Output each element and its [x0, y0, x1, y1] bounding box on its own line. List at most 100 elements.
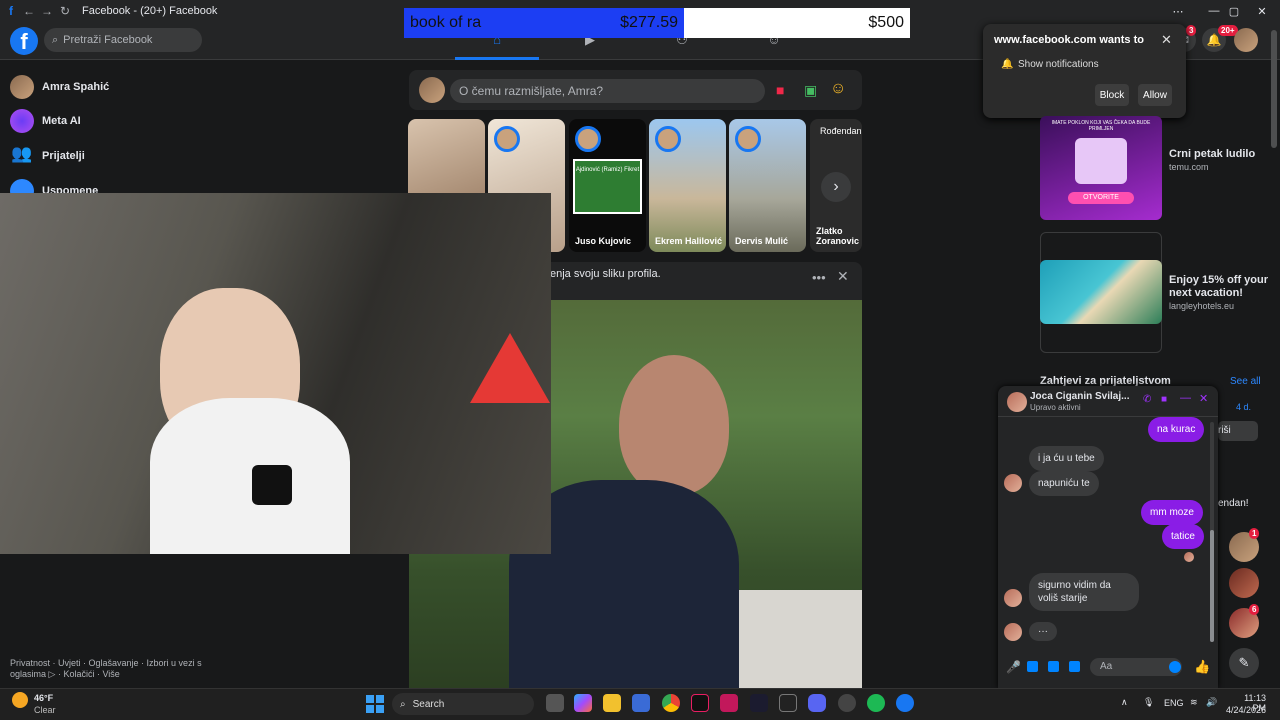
- prompt-close-icon[interactable]: ✕: [1161, 32, 1172, 48]
- story-avatar: [655, 126, 681, 152]
- like-icon[interactable]: 👍: [1194, 659, 1210, 675]
- sticker-icon[interactable]: [1048, 661, 1059, 672]
- reload-icon[interactable]: ↻: [56, 2, 74, 20]
- copilot-icon[interactable]: [574, 694, 592, 712]
- person-face-shape: [619, 355, 729, 495]
- minimize-chat-icon[interactable]: —: [1180, 392, 1191, 404]
- typing-indicator: ···: [1029, 622, 1057, 641]
- webcam-person-shirt: [150, 398, 350, 554]
- taskbar-search[interactable]: ⌕ Search: [392, 693, 534, 715]
- delete-request-button[interactable]: riši: [1218, 421, 1258, 441]
- facebook-taskbar-icon[interactable]: [896, 694, 914, 712]
- video-call-icon[interactable]: ■: [1161, 394, 1167, 405]
- ad-image-beach[interactable]: [1040, 260, 1162, 324]
- allow-button[interactable]: Allow: [1138, 84, 1172, 106]
- file-explorer-icon[interactable]: [603, 694, 621, 712]
- bell-outline-icon: 🔔: [1001, 59, 1014, 70]
- app-icon[interactable]: [720, 694, 738, 712]
- webcam-warning-sign: [470, 333, 550, 403]
- gif-icon[interactable]: [1069, 661, 1080, 672]
- back-icon[interactable]: ←: [20, 2, 38, 20]
- new-message-button[interactable]: ✎: [1229, 648, 1259, 678]
- chat-contact-avatar[interactable]: [1007, 392, 1027, 412]
- home-tab-indicator: [455, 57, 539, 60]
- sidebar-footer-links[interactable]: Privatnost · Uvjeti · Oglašavanje · Izbo…: [10, 658, 210, 680]
- wifi-icon[interactable]: ≋: [1190, 697, 1198, 708]
- emoji-icon[interactable]: [1169, 661, 1181, 673]
- weather-temp[interactable]: 46°F: [34, 693, 53, 703]
- block-button[interactable]: Block: [1095, 84, 1129, 106]
- ad-open-button[interactable]: OTVORITE: [1068, 192, 1134, 204]
- story-name: Ekrem Halilović: [655, 236, 723, 246]
- sidebar-item-meta-ai[interactable]: Meta AI: [10, 108, 81, 134]
- page-scrollbar[interactable]: [1271, 30, 1277, 148]
- microphone-tray-icon[interactable]: 🎙: [1143, 697, 1154, 708]
- message-outgoing: na kurac: [1148, 417, 1205, 442]
- house-shape: [739, 590, 862, 688]
- weather-icon[interactable]: [12, 692, 28, 708]
- seen-indicator-avatar: [1184, 552, 1194, 562]
- story-card[interactable]: Ajdinović (Ramiz) Fikret Juso Kujovic: [569, 119, 646, 252]
- contact-badge: 1: [1249, 528, 1260, 539]
- close-chat-icon[interactable]: ✕: [1199, 392, 1208, 405]
- app-icon[interactable]: [750, 694, 768, 712]
- ad-title[interactable]: Crni petak ludilo: [1169, 148, 1255, 160]
- facebook-logo-icon[interactable]: f: [10, 27, 38, 55]
- store-icon[interactable]: [632, 694, 650, 712]
- overlay-game-label: book of ra: [410, 14, 482, 31]
- message-incoming: napuniću te: [1029, 471, 1099, 496]
- story-avatar: [735, 126, 761, 152]
- tray-chevron-icon[interactable]: ∧: [1121, 697, 1128, 708]
- task-view-icon[interactable]: [546, 694, 564, 712]
- meta-ai-icon: [10, 109, 34, 133]
- photo-attach-icon[interactable]: [1027, 661, 1038, 672]
- call-icon[interactable]: ✆: [1143, 394, 1151, 405]
- profile-avatar[interactable]: [1234, 28, 1258, 52]
- contact-badge: 6: [1249, 604, 1260, 615]
- chat-contact-status: Upravo aktivni: [1030, 403, 1081, 412]
- message-incoming: i ja ću u tebe: [1029, 446, 1104, 471]
- photo-icon[interactable]: ▣: [804, 82, 817, 99]
- sidebar-item-label: Prijatelji: [42, 150, 85, 162]
- forward-icon[interactable]: →: [38, 2, 56, 20]
- volume-icon[interactable]: 🔊: [1206, 697, 1217, 708]
- microphone-icon[interactable]: 🎤: [1006, 660, 1021, 674]
- webcam-overlay: [0, 193, 551, 554]
- sidebar-item-profile[interactable]: Amra Spahić: [10, 74, 109, 100]
- feeling-icon[interactable]: ☺: [830, 80, 846, 98]
- ad-title[interactable]: Enjoy 15% off your next vacation!: [1169, 274, 1269, 300]
- chrome-icon[interactable]: [662, 694, 680, 712]
- search-input[interactable]: ⌕ Pretraži Facebook: [44, 28, 202, 52]
- stories-next-button[interactable]: ›: [821, 172, 851, 202]
- facebook-favicon-icon: f: [9, 4, 13, 18]
- windows-start-icon[interactable]: [366, 695, 384, 713]
- language-indicator[interactable]: ENG: [1164, 698, 1184, 708]
- ad-image-temu[interactable]: IMATE POKLON KOJI VAS ČEKA DA BUDE PRIML…: [1040, 116, 1162, 220]
- chat-scrollbar[interactable]: [1210, 422, 1214, 642]
- see-all-link[interactable]: See all: [1230, 376, 1261, 387]
- ad-domain: langleyhotels.eu: [1169, 301, 1235, 311]
- live-video-icon[interactable]: ■: [776, 82, 784, 98]
- more-options-icon[interactable]: ⋯: [1160, 0, 1196, 22]
- post-close-icon[interactable]: ✕: [837, 268, 849, 285]
- story-card[interactable]: Ekrem Halilović: [649, 119, 726, 252]
- clock-date[interactable]: 4/24/2026: [1226, 705, 1266, 715]
- close-window-button[interactable]: ✕: [1244, 0, 1280, 22]
- prompt-title: www.facebook.com wants to: [994, 34, 1144, 46]
- app-icon[interactable]: [838, 694, 856, 712]
- sidebar-item-friends[interactable]: 👥 Prijatelji: [10, 143, 85, 169]
- taskbar-search-label: Search: [412, 698, 445, 710]
- composer-avatar: [419, 77, 445, 103]
- composer-input[interactable]: O čemu razmišljate, Amra?: [450, 79, 765, 103]
- story-card[interactable]: Dervis Mulić: [729, 119, 806, 252]
- ad-domain: temu.com: [1169, 162, 1209, 172]
- post-options-icon[interactable]: •••: [812, 270, 826, 285]
- chat-sender-avatar: [1004, 623, 1022, 641]
- epic-games-icon[interactable]: [779, 694, 797, 712]
- chat-sender-avatar: [1004, 474, 1022, 492]
- contact-avatar[interactable]: [1229, 568, 1259, 598]
- spotify-icon[interactable]: [867, 694, 885, 712]
- discord-icon[interactable]: [808, 694, 826, 712]
- chat-contact-name[interactable]: Joca Ciganin Svilaj...: [1030, 391, 1129, 402]
- tiktok-icon[interactable]: [691, 694, 709, 712]
